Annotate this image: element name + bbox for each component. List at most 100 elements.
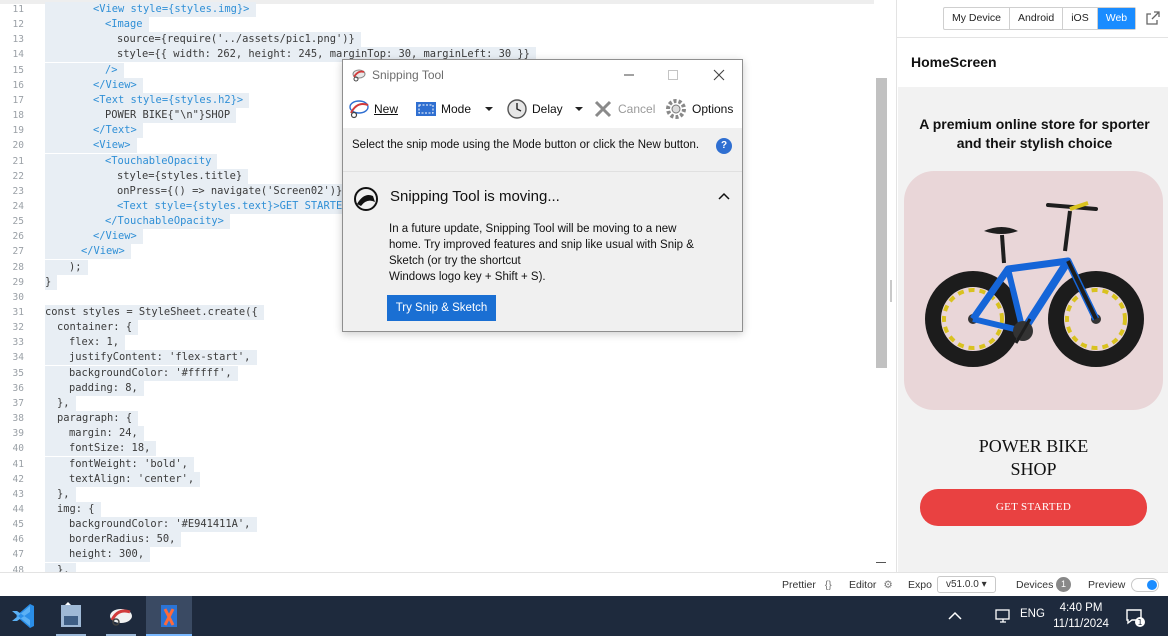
code-line[interactable]: 33 flex: 1, (0, 335, 870, 351)
chevron-down-icon[interactable] (484, 97, 494, 121)
chevron-down-icon[interactable] (574, 97, 584, 121)
taskbar-notes[interactable] (48, 596, 94, 636)
devices-label[interactable]: Devices (1016, 579, 1053, 591)
minimize-panel-icon[interactable] (876, 562, 886, 563)
code-line[interactable]: 42 textAlign: 'center', (0, 471, 870, 487)
prettier-button[interactable]: Prettier {} (782, 579, 832, 591)
code-line[interactable]: 46 borderRadius: 50, (0, 532, 870, 548)
devices-count-badge: 1 (1056, 577, 1071, 592)
tab-web[interactable]: Web (1097, 8, 1136, 29)
mode-icon (416, 102, 436, 116)
code-text: justifyContent: 'flex-start', (69, 351, 251, 364)
editor-label: Editor (849, 579, 877, 591)
preview-panel: My Device Android iOS Web HomeScreen A p… (896, 0, 1168, 572)
mode-button[interactable]: Mode (414, 97, 494, 121)
notice-body-shortcut: Windows logo key + Shift + S). (389, 271, 546, 283)
preview-toggle[interactable] (1131, 578, 1159, 592)
code-text: flex: 1, (69, 336, 120, 349)
maximize-icon[interactable] (664, 66, 682, 84)
expo-label: Expo (908, 579, 932, 591)
code-line[interactable]: 13 source={require('../assets/pic1.png')} (0, 32, 870, 48)
try-snip-sketch-button[interactable]: Try Snip & Sketch (387, 295, 496, 321)
network-icon[interactable] (994, 608, 1012, 624)
delay-label: Delay (532, 102, 563, 116)
show-hidden-icons-chevron-icon[interactable] (946, 608, 964, 624)
expo-version-select[interactable]: v51.0.0 ▾ (937, 576, 996, 593)
editor-settings-button[interactable]: Editor ⚙ (849, 579, 893, 591)
delay-button[interactable]: Delay (505, 97, 585, 121)
app-tagline: A premium online store for sporter and t… (919, 116, 1150, 151)
code-line[interactable]: 45 backgroundColor: '#E941411A', (0, 517, 870, 533)
snip-sketch-icon (161, 605, 177, 627)
taskbar: ENG 4:40 PM 11/11/2024 1 (0, 596, 1168, 636)
instructions-area: Select the snip mode using the Mode butt… (343, 128, 742, 172)
bike-shop-title: POWER BIKE SHOP (898, 435, 1168, 481)
line-number: 18 (12, 110, 24, 122)
line-number: 17 (12, 94, 24, 106)
chevron-up-icon[interactable] (717, 191, 731, 201)
code-text: <Text style={styles.h2}> (93, 93, 244, 106)
clock-time: 4:40 PM (1059, 602, 1103, 614)
code-line[interactable]: 40 fontSize: 18, (0, 441, 870, 457)
code-text: container: { (57, 321, 133, 334)
notice-body-paragraph: In a future update, Snipping Tool will b… (389, 223, 694, 267)
get-started-button[interactable]: GET STARTED (920, 489, 1147, 526)
line-number: 12 (12, 19, 24, 31)
toggle-knob (1147, 580, 1157, 590)
code-line[interactable]: 48}, (0, 562, 870, 572)
line-number: 44 (12, 503, 24, 515)
tab-my-device[interactable]: My Device (944, 8, 1011, 29)
cancel-button[interactable]: Cancel (591, 97, 657, 121)
code-text: source={require('../assets/pic1.png')} (117, 33, 355, 46)
code-line[interactable]: 34 justifyContent: 'flex-start', (0, 350, 870, 366)
new-button[interactable]: New (347, 97, 407, 121)
notification-center-icon[interactable]: 1 (1124, 606, 1146, 628)
taskbar-snip-sketch[interactable] (146, 596, 192, 636)
code-text: margin: 24, (69, 427, 138, 440)
code-line[interactable]: 38 paragraph: { (0, 411, 870, 427)
new-label: New (374, 102, 399, 116)
close-icon[interactable] (710, 66, 728, 84)
code-line[interactable]: 36 padding: 8, (0, 380, 870, 396)
bike-title-line-2: SHOP (1010, 459, 1057, 479)
code-line[interactable]: 37}, (0, 395, 870, 411)
panel-resize-handle[interactable] (890, 280, 892, 302)
code-text: style={styles.title} (117, 169, 243, 182)
code-line[interactable]: 12 <Image (0, 17, 870, 33)
clock-icon (507, 99, 527, 119)
code-line[interactable]: 41 fontWeight: 'bold', (0, 456, 870, 472)
options-button[interactable]: Options (664, 97, 739, 121)
taskbar-vscode[interactable] (0, 596, 46, 636)
vscode-icon (12, 604, 34, 628)
line-number: 21 (12, 155, 24, 167)
code-line[interactable]: 43}, (0, 486, 870, 502)
code-text: <Image (105, 18, 143, 31)
tab-ios[interactable]: iOS (1063, 8, 1098, 29)
notepad-icon (61, 602, 81, 627)
minimize-icon[interactable] (620, 66, 638, 84)
line-number: 24 (12, 200, 24, 212)
code-text: }, (57, 487, 70, 500)
line-number: 23 (12, 185, 24, 197)
line-number: 13 (12, 34, 24, 46)
code-line[interactable]: 35 backgroundColor: '#fffff', (0, 365, 870, 381)
code-line[interactable]: 47 height: 300, (0, 547, 870, 563)
code-line[interactable]: 39 margin: 24, (0, 426, 870, 442)
editor-scrollbar-thumb[interactable] (876, 78, 887, 368)
help-icon[interactable]: ? (716, 138, 732, 154)
language-indicator[interactable]: ENG (1020, 608, 1045, 620)
cancel-label: Cancel (618, 102, 656, 116)
line-number: 20 (12, 140, 24, 152)
snipping-tool-icon (110, 609, 132, 626)
title-bar[interactable]: Snipping Tool (343, 60, 742, 90)
taskbar-snipping-tool[interactable] (98, 596, 144, 636)
line-number: 11 (12, 4, 24, 15)
code-text: ); (69, 260, 82, 273)
open-external-icon[interactable] (1145, 10, 1161, 26)
tab-android[interactable]: Android (1010, 8, 1064, 29)
code-line[interactable]: 11 <View style={styles.img}> (0, 2, 870, 17)
preview-label: Preview (1088, 579, 1126, 591)
clock[interactable]: 4:40 PM 11/11/2024 (1048, 600, 1114, 632)
line-number: 22 (12, 170, 24, 182)
code-line[interactable]: 44 img: { (0, 501, 870, 517)
